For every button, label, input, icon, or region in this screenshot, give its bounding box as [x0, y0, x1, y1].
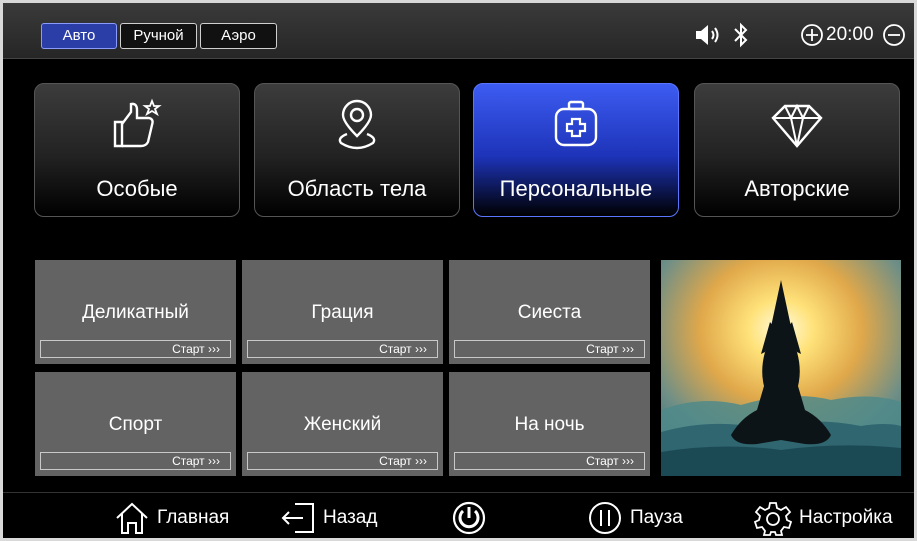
program-name: На ночь — [514, 414, 585, 435]
minus-circle-icon[interactable] — [881, 21, 907, 49]
program-name: Деликатный — [82, 302, 189, 323]
program-tile-delicate[interactable]: Деликатный Старт ››› — [35, 260, 236, 364]
mode-manual-button[interactable]: Ручной — [120, 23, 197, 49]
start-button[interactable]: Старт ››› — [454, 340, 645, 358]
category-special[interactable]: Особые — [34, 83, 240, 217]
bluetooth-icon[interactable] — [730, 21, 752, 49]
speaker-icon[interactable] — [693, 21, 723, 49]
home-button[interactable]: Главная — [113, 499, 229, 537]
settings-label: Настройка — [799, 507, 893, 528]
program-tile-siesta[interactable]: Сиеста Старт ››› — [449, 260, 650, 364]
category-label: Область тела — [287, 176, 427, 201]
category-label: Особые — [96, 176, 178, 201]
yoga-image — [661, 260, 901, 476]
category-label: Авторские — [744, 176, 850, 201]
diamond-icon — [771, 103, 823, 148]
back-label: Назад — [323, 507, 378, 528]
program-name: Сиеста — [517, 302, 582, 323]
mode-aero-button[interactable]: Аэро — [200, 23, 277, 49]
mode-auto-button[interactable]: Авто — [41, 23, 117, 49]
program-tile-night[interactable]: На ночь Старт ››› — [449, 372, 650, 476]
start-button[interactable]: Старт ››› — [40, 340, 231, 358]
pause-button[interactable]: Пауза — [586, 499, 683, 537]
clock-time: 20:00 — [826, 24, 874, 45]
pause-label: Пауза — [630, 507, 683, 528]
gear-icon — [753, 502, 793, 536]
category-personal[interactable]: Персональные — [473, 83, 679, 217]
start-button[interactable]: Старт ››› — [247, 340, 438, 358]
back-button[interactable]: Назад — [279, 499, 377, 537]
program-name: Женский — [303, 414, 382, 435]
program-name: Спорт — [108, 414, 163, 435]
power-icon — [452, 501, 486, 535]
plus-circle-icon[interactable] — [800, 21, 826, 49]
bottom-nav-bar: Главная Назад Пауза Настройка — [3, 492, 914, 538]
back-arrow-icon — [281, 503, 314, 533]
category-body-area[interactable]: Область тела — [254, 83, 460, 217]
start-button[interactable]: Старт ››› — [247, 452, 438, 470]
home-icon — [116, 502, 148, 534]
program-tile-grace[interactable]: Грация Старт ››› — [242, 260, 443, 364]
start-button[interactable]: Старт ››› — [454, 452, 645, 470]
location-pin-icon — [338, 99, 376, 150]
category-label: Персональные — [499, 176, 653, 201]
top-bar: Авто Ручной Аэро 20:00 — [3, 3, 914, 59]
settings-button[interactable]: Настройка — [753, 499, 893, 537]
medical-kit-icon — [554, 100, 598, 147]
home-label: Главная — [157, 507, 230, 528]
pause-icon — [589, 502, 621, 534]
screen-frame: Авто Ручной Аэро 20:00 Особые Область те… — [0, 0, 917, 541]
start-button[interactable]: Старт ››› — [40, 452, 231, 470]
program-tile-female[interactable]: Женский Старт ››› — [242, 372, 443, 476]
program-name: Грация — [311, 302, 374, 323]
category-author[interactable]: Авторские — [694, 83, 900, 217]
power-button[interactable] — [450, 499, 494, 537]
thumbs-up-star-icon — [113, 98, 162, 148]
program-tile-sport[interactable]: Спорт Старт ››› — [35, 372, 236, 476]
